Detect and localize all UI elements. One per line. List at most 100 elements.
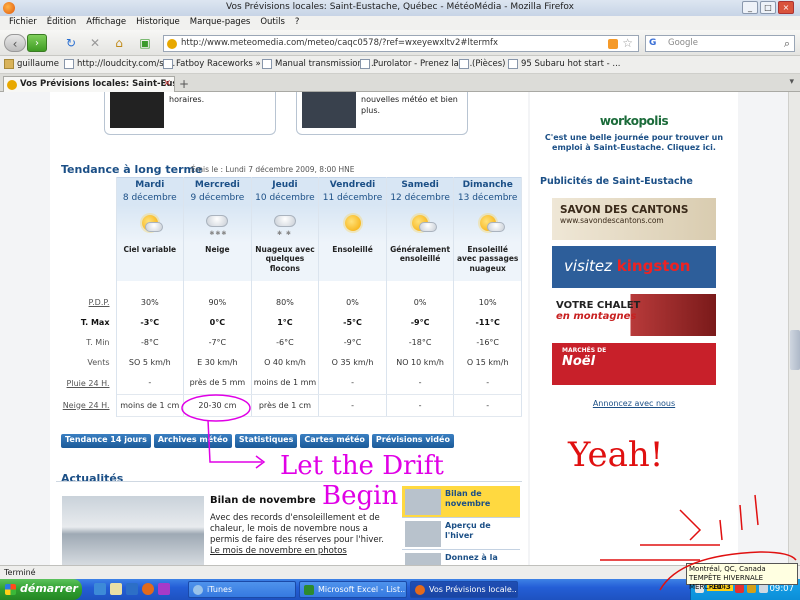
menu-historique[interactable]: Historique [131, 16, 185, 30]
menu-edition[interactable]: Édition [42, 16, 81, 30]
ad-marches-de-noel[interactable]: MARCHÉS DE Noël [552, 343, 716, 385]
pdp-cell: 10% [453, 292, 522, 313]
news-headline[interactable]: Bilan de novembre [210, 495, 316, 506]
search-icon[interactable]: ⌕ [784, 37, 790, 51]
task-firefox[interactable]: Vos Prévisions locale... [410, 581, 518, 598]
firefox-quicklaunch-icon[interactable] [142, 583, 154, 595]
task-itunes[interactable]: iTunes [188, 581, 296, 598]
bookmark-label: guillaume [17, 59, 59, 69]
bookmark-item[interactable]: http://loudcity.com/st... [64, 59, 175, 69]
star-bookmark-icon[interactable]: ☆ [622, 36, 633, 50]
ad-title: SAVON DES CANTONS [560, 204, 689, 216]
media-quicklaunch-icon[interactable] [158, 583, 170, 595]
back-button[interactable]: ‹ [4, 34, 26, 52]
pdp-cell: 80% [251, 292, 320, 313]
page-icon [360, 59, 370, 69]
itunes-icon [193, 585, 203, 595]
search-input[interactable]: Google [668, 38, 698, 48]
news-body-text: Avec des records d'ensoleillement et de … [210, 513, 385, 545]
annoncez-link[interactable]: Annoncez avec nous [530, 399, 738, 408]
new-tab-button[interactable]: + [179, 77, 189, 91]
news-list-item[interactable]: Bilan de novembre [402, 486, 520, 518]
url-bar[interactable]: http://www.meteomedia.com/meteo/caqc0578… [163, 35, 639, 52]
ad-chalet-montagnes[interactable]: VOTRE CHALET en montagnes [552, 294, 716, 336]
clock-image [110, 92, 164, 128]
statistiques-button[interactable]: Statistiques [234, 434, 298, 448]
home-icon[interactable]: ⌂ [110, 34, 128, 52]
tab-active[interactable]: Vos Prévisions locales: Saint-Eustach...… [3, 76, 175, 92]
desktop-quicklaunch-icon[interactable] [110, 583, 122, 595]
explorer-quicklaunch-icon[interactable] [126, 583, 138, 595]
pdp-label[interactable]: P.D.P. [56, 292, 117, 313]
maximize-button[interactable]: □ [760, 1, 776, 14]
page-icon [163, 59, 173, 69]
rain-cell: - [318, 372, 387, 395]
start-button[interactable]: démarrer [0, 579, 82, 600]
cartes-meteo-button[interactable]: Cartes météo [300, 434, 369, 448]
snow-cell: moins de 1 cm [116, 394, 185, 417]
menu-fichier[interactable]: Fichier [4, 16, 42, 30]
news-list-item[interactable]: Donnez à la [402, 550, 520, 565]
pluie-label[interactable]: Pluie 24 H. [56, 372, 117, 395]
bookmark-item[interactable]: Purolator - Prenez la r... [360, 59, 472, 69]
day-header: Mercredi [183, 177, 252, 192]
forecast-issued: Émis le : Lundi 7 décembre 2009, 8:00 HN… [191, 165, 355, 174]
bookmark-label: 95 Subaru hot start - ... [521, 59, 621, 69]
tmax-cell: -5°C [318, 312, 387, 333]
status-text: Terminé [4, 568, 36, 577]
bookmark-item[interactable]: 95 Subaru hot start - ... [508, 59, 621, 69]
reload-icon[interactable]: ↻ [62, 34, 80, 52]
rss-feed-icon[interactable] [608, 39, 618, 49]
news-photos-link[interactable]: Le mois de novembre en photos [210, 546, 347, 556]
ad-text: visitez [564, 257, 617, 275]
ad-visitez-kingston[interactable]: visitez kingston [552, 246, 716, 288]
window-title: Vos Prévisions locales: Saint-Eustache, … [226, 2, 574, 12]
search-box[interactable]: G Google ⌕ [645, 35, 795, 52]
workopolis-logo[interactable]: workopolis [530, 114, 738, 128]
condition-cell: Généralement ensoleillé [386, 242, 455, 281]
condition-cell: Ciel variable [116, 242, 185, 281]
condition-cell: Ensoleillé avec passages nuageux [453, 242, 522, 281]
google-engine-icon[interactable]: G [649, 38, 656, 48]
firefox-icon [415, 585, 425, 595]
url-text[interactable]: http://www.meteomedia.com/meteo/caqc0578… [181, 38, 498, 48]
wind-cell: O 40 km/h [251, 352, 320, 373]
promo-box[interactable]: horaires. [104, 92, 276, 135]
bookmark-add-icon[interactable]: ▣ [136, 34, 154, 52]
bookmark-item[interactable]: (Pièces) [459, 59, 506, 69]
news-image[interactable] [62, 496, 204, 565]
neige-label[interactable]: Neige 24 H. [56, 394, 117, 417]
forward-button[interactable]: › [27, 34, 47, 52]
menu-marque-pages[interactable]: Marque-pages [185, 16, 256, 30]
page-scrollbar[interactable] [788, 92, 800, 565]
ad-subtitle: Noël [562, 354, 596, 369]
workopolis-ad[interactable]: workopolis C'est une belle journée pour … [530, 114, 738, 153]
close-button[interactable]: × [778, 1, 794, 14]
promo-box[interactable]: nouvelles météo et bien plus. [296, 92, 468, 135]
menu-outils[interactable]: Outils [255, 16, 290, 30]
stop-icon[interactable]: ✕ [86, 34, 104, 52]
pdp-cell: 0% [318, 292, 387, 313]
menu-affichage[interactable]: Affichage [81, 16, 131, 30]
previsions-video-button[interactable]: Prévisions vidéo [371, 434, 454, 448]
archives-meteo-button[interactable]: Archives météo [153, 434, 232, 448]
rain-cell: moins de 1 mm [251, 372, 320, 395]
scrollbar-thumb[interactable] [790, 330, 800, 370]
menu-bar: Fichier Édition Affichage Historique Mar… [0, 16, 800, 30]
ie-quicklaunch-icon[interactable] [94, 583, 106, 595]
ad-savon-des-cantons[interactable]: SAVON DES CANTONS www.savondescantons.co… [552, 198, 716, 240]
news-list-label: Donnez à la [445, 553, 498, 562]
bookmark-item[interactable]: Fatboy Raceworks » ... [163, 59, 272, 69]
news-list-item[interactable]: Aperçu de l'hiver [402, 518, 520, 550]
task-excel[interactable]: Microsoft Excel - List... [299, 581, 407, 598]
tab-list-icon[interactable]: ▾ [789, 77, 794, 87]
news-body: Avec des records d'ensoleillement et de … [210, 513, 385, 557]
minimize-button[interactable]: _ [742, 1, 758, 14]
tendance-14-jours-button[interactable]: Tendance 14 jours [61, 434, 151, 448]
workopolis-text[interactable]: C'est une belle journée pour trouver un … [530, 133, 738, 153]
menu-help[interactable]: ? [290, 16, 305, 30]
tab-close-icon[interactable]: ✕ [163, 79, 171, 89]
bookmark-item[interactable]: guillaume [4, 59, 59, 69]
day-header: Jeudi [251, 177, 320, 192]
corner-cell [56, 177, 117, 192]
